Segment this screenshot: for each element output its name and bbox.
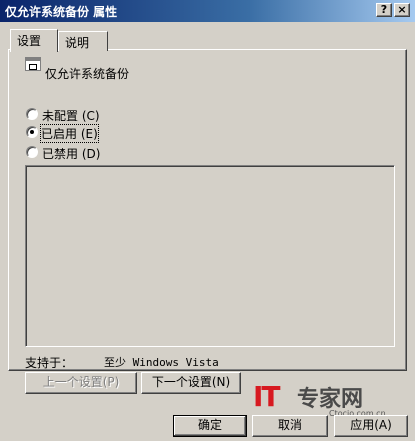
tab-settings[interactable]: 设置 <box>10 29 58 52</box>
tab-settings-label: 设置 <box>17 34 42 48</box>
option-not-configured-label: 未配置 (C) <box>42 109 100 123</box>
help-button[interactable]: ? <box>376 3 392 17</box>
radio-not-configured[interactable] <box>26 108 38 120</box>
supported-on-label: 支持于： <box>25 356 74 370</box>
option-disabled-label: 已禁用 (D) <box>42 147 101 161</box>
watermark-it-text: IT <box>253 380 280 413</box>
window-title: 仅允许系统备份 属性 <box>5 5 118 19</box>
ok-button[interactable]: 确定 <box>173 415 247 437</box>
policy-name: 仅允许系统备份 <box>45 67 130 81</box>
watermark-logo: IT 专家网 Ctocio.com.cn <box>253 380 393 418</box>
next-setting-button[interactable]: 下一个设置(N) <box>141 372 241 394</box>
supported-on-value: 至少 Windows Vista <box>104 356 219 369</box>
radio-disabled[interactable] <box>26 146 38 158</box>
radio-enabled[interactable] <box>26 126 38 138</box>
option-enabled-label: 已启用 (E) <box>40 124 99 143</box>
policy-setting-icon <box>25 57 41 71</box>
comment-box[interactable] <box>25 165 395 347</box>
previous-setting-button[interactable]: 上一个设置(P) <box>25 372 137 394</box>
apply-button[interactable]: 应用(A) <box>334 415 408 437</box>
close-button[interactable]: × <box>394 3 410 17</box>
tab-explain[interactable]: 说明 <box>58 31 108 51</box>
title-bar: 仅允许系统备份 属性 ? × <box>0 0 415 22</box>
tab-explain-label: 说明 <box>65 36 90 50</box>
cancel-button[interactable]: 取消 <box>252 415 328 437</box>
